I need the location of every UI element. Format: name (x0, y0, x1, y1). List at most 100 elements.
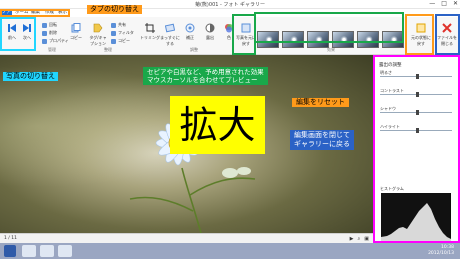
browser-icon[interactable] (40, 245, 54, 257)
next-button[interactable]: 次へ (17, 23, 37, 41)
annotation-zoom-big: 拡大 (170, 96, 265, 154)
filter-label: フィルタ (118, 30, 134, 35)
reset-button[interactable]: 写真を元に戻す (236, 23, 256, 47)
exposure-label: 露出 (206, 35, 214, 40)
caption-button[interactable]: タグ/キャプション (88, 23, 108, 47)
histogram-chart (381, 193, 451, 241)
annotation-tab-switch: タブの切り替え (87, 5, 142, 14)
shadows-slider-knob[interactable] (416, 110, 419, 115)
copy-small-row[interactable]: コピー (111, 38, 130, 44)
properties-row[interactable]: プロパティ (42, 38, 69, 44)
photo-gallery-taskbar-icon[interactable] (58, 245, 72, 257)
revert-label: 元の状態に戻す (411, 35, 431, 46)
effects-gallery (257, 31, 404, 48)
share-label: 共有 (118, 22, 126, 27)
effect-thumbnail[interactable] (332, 31, 354, 48)
start-button[interactable] (4, 245, 16, 257)
exposure-button[interactable]: 露出 (200, 23, 220, 41)
tab-view[interactable]: 表示 (58, 9, 67, 17)
minimize-button[interactable]: — (429, 0, 435, 7)
annotation-effects-line-1: セピアや白黒など、予め用意された効果 (147, 68, 264, 76)
tab-edit[interactable]: 編集 (31, 9, 40, 17)
group-organize: 整理 (104, 47, 112, 52)
file-tab[interactable]: ファイル (0, 9, 12, 23)
group-manage: 管理 (48, 47, 56, 52)
explorer-icon[interactable] (22, 245, 36, 257)
prev-label: 前へ (8, 35, 16, 40)
tag-icon (93, 23, 103, 33)
highlights-slider-knob[interactable] (416, 128, 419, 133)
effect-thumbnail[interactable] (307, 31, 329, 48)
annotation-close-return: 編集画面を閉じて ギャラリーに戻る (290, 130, 354, 150)
retouch-icon (185, 23, 195, 33)
delete-icon (42, 30, 47, 36)
tab-home[interactable]: ホーム (15, 9, 28, 17)
effect-thumbnail[interactable] (257, 31, 279, 48)
straighten-icon (165, 23, 175, 33)
ribbon: 前へ 次へ 回転 削除 プロパティ コピー タグ/キャプション 共有 フィルタ … (0, 17, 460, 55)
close-file-button[interactable]: ファイルを閉じる (437, 23, 457, 47)
window-controls: — □ ✕ (429, 0, 458, 7)
brightness-slider-knob[interactable] (416, 74, 419, 79)
annotation-effects-note: セピアや白黒など、予め用意された効果 マウスカーソルを合わせてプレビュー (143, 67, 268, 85)
next-label: 次へ (23, 35, 31, 40)
highlights-slider[interactable] (380, 128, 452, 133)
copy-small-icon (111, 38, 116, 44)
contrast-slider[interactable] (380, 92, 452, 97)
color-label: 色 (227, 35, 231, 40)
retouch-button[interactable]: 補正 (180, 23, 200, 41)
shadows-row: シャドウ (380, 106, 458, 115)
share-icon (111, 22, 116, 28)
brightness-row: 明るさ (380, 70, 458, 79)
effect-thumbnail[interactable] (282, 31, 304, 48)
copy-small-label: コピー (118, 38, 130, 43)
properties-icon (42, 38, 47, 44)
rotate-row[interactable]: 回転 (42, 22, 57, 28)
share-row[interactable]: 共有 (111, 22, 126, 28)
system-clock: 10:38 2012/10/13 (428, 245, 454, 257)
exposure-icon (205, 23, 215, 33)
caption-label: タグ/キャプション (89, 35, 107, 46)
filter-icon (111, 30, 116, 36)
copy-button[interactable]: コピー (66, 23, 86, 41)
rotate-icon (42, 22, 47, 28)
brightness-slider[interactable] (380, 74, 452, 79)
group-adjust: 調整 (190, 47, 198, 52)
fullscreen-icon[interactable]: ▣ (364, 236, 369, 242)
zoom-icon[interactable]: ⌕ (357, 236, 360, 242)
contrast-slider-knob[interactable] (416, 92, 419, 97)
status-bar: 1 / 11 ▶ ⌕ ▣ (0, 233, 373, 243)
ribbon-tab-strip: ファイル ホーム 編集 作成 表示 (0, 9, 460, 23)
copy-label: コピー (70, 35, 82, 40)
effect-thumbnail[interactable] (357, 31, 379, 48)
reset-label: 写真を元に戻す (236, 35, 256, 46)
close-x-icon (442, 23, 452, 33)
contrast-label: コントラスト (380, 88, 404, 93)
close-file-label: ファイルを閉じる (437, 35, 457, 46)
filter-row[interactable]: フィルタ (111, 30, 134, 36)
brightness-label: 明るさ (380, 70, 392, 75)
retouch-label: 補正 (186, 35, 194, 40)
straighten-button[interactable]: まっすぐにする (160, 23, 180, 47)
delete-row[interactable]: 削除 (42, 30, 57, 36)
crop-button[interactable]: トリミング (140, 23, 160, 41)
slideshow-icon[interactable]: ▶ (350, 236, 354, 242)
delete-label: 削除 (49, 30, 57, 35)
revert-icon (416, 23, 426, 33)
maximize-button[interactable]: □ (441, 0, 447, 7)
status-controls: ▶ ⌕ ▣ (350, 236, 369, 242)
close-window-button[interactable]: ✕ (453, 0, 458, 7)
prev-icon (8, 24, 16, 32)
copy-icon (71, 23, 81, 33)
window-titlebar: 菊(熊)001 - フォト ギャラリー — □ ✕ (0, 0, 460, 9)
highlights-label: ハイライト (380, 124, 400, 129)
effect-thumbnail[interactable] (382, 31, 404, 48)
highlights-row: ハイライト (380, 124, 458, 133)
taskbar: 10:38 2012/10/13 (0, 243, 460, 259)
straighten-label: まっすぐにする (160, 35, 180, 46)
histogram-label: ヒストグラム (380, 186, 404, 191)
revert-original-button[interactable]: 元の状態に戻す (411, 23, 431, 47)
tab-create[interactable]: 作成 (45, 9, 54, 17)
rotate-label: 回転 (49, 22, 57, 27)
shadows-slider[interactable] (380, 110, 452, 115)
